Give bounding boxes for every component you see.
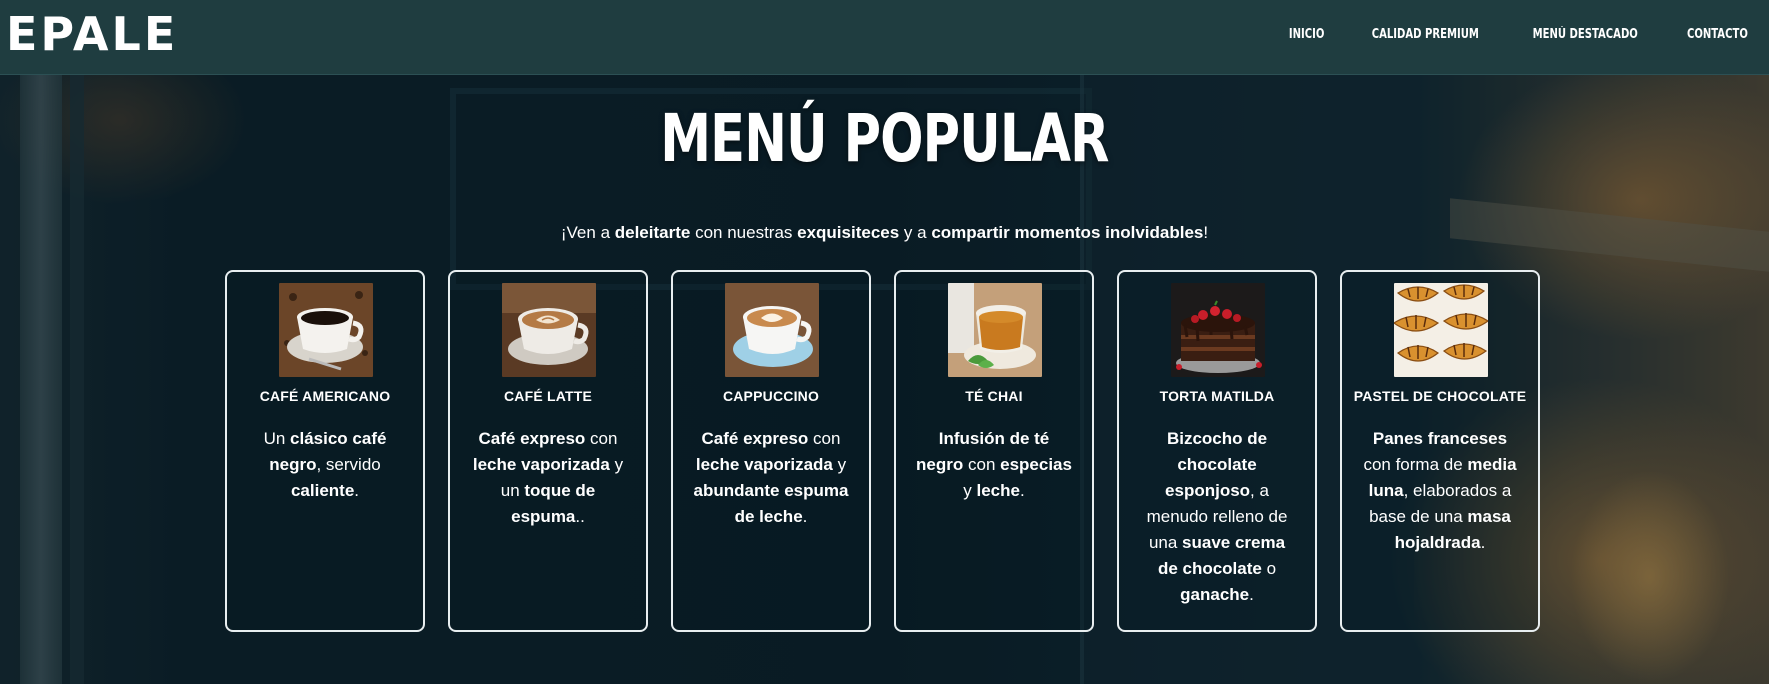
menu-card-description-part: con (585, 429, 618, 448)
main-nav: INICIO CALIDAD PREMIUM MENÚ DESTACADO CO… (1286, 0, 1753, 68)
cappuccino-cup-photo (725, 283, 819, 377)
nav-item-calidad-premium[interactable]: CALIDAD PREMIUM (1372, 27, 1479, 42)
menu-card-description-part: Café expreso (478, 429, 586, 448)
menu-card-te-chai[interactable]: TÉ CHAI Infusión de té negro con especia… (894, 270, 1094, 632)
menu-card-title: TORTA MATILDA (1159, 388, 1275, 404)
hero-subtitle-part: y a (899, 223, 932, 242)
menu-card-description-part: Un (263, 429, 291, 448)
page: EPALE INICIO CALIDAD PREMIUM MENÚ DESTAC… (0, 0, 1769, 684)
menu-card-description-part: y (963, 481, 977, 500)
menu-card-title: TÉ CHAI (965, 388, 1023, 404)
menu-card-description: Panes franceses con forma de media luna,… (1360, 426, 1520, 556)
menu-card-description-part: leche vaporizada (472, 455, 610, 474)
page-title: MENÚ POPULAR (660, 100, 1109, 177)
menu-card-description-part: y (832, 455, 847, 474)
chocolate-cake-photo (1171, 283, 1265, 377)
menu-card-description: Café expreso con leche vaporizada y abun… (691, 426, 851, 530)
menu-card-description-part: con (808, 429, 841, 448)
menu-card-cappuccino[interactable]: CAPPUCCINO Café expreso con leche vapori… (671, 270, 871, 632)
menu-card-description: Café expreso con leche vaporizada y un t… (468, 426, 628, 530)
menu-card-description-part: Café expreso (701, 429, 809, 448)
menu-card-cafe-americano[interactable]: CAFÉ AMERICANO Un clásico café negro, se… (225, 270, 425, 632)
menu-card-description-part: . (1480, 533, 1486, 552)
nav-item-menu-destacado[interactable]: MENÚ DESTACADO (1532, 27, 1637, 42)
menu-card-cafe-latte[interactable]: CAFÉ LATTE Café expreso con leche vapori… (448, 270, 648, 632)
nav-item-inicio[interactable]: INICIO (1289, 27, 1325, 42)
menu-card-title: CAFÉ LATTE (503, 388, 593, 404)
menu-card-description-part: ganache (1180, 585, 1250, 604)
menu-card-pastel-de-chocolate[interactable]: PASTEL DE CHOCOLATE Panes franceses con … (1340, 270, 1540, 632)
site-header: EPALE INICIO CALIDAD PREMIUM MENÚ DESTAC… (0, 0, 1769, 75)
hero-subtitle-part: ! (1203, 223, 1209, 242)
menu-card-description-part: con (963, 455, 1001, 474)
latte-art-cup-photo (502, 283, 596, 377)
menu-card-torta-matilda[interactable]: TORTA MATILDA Bizcocho de chocolate espo… (1117, 270, 1317, 632)
menu-card-description: Bizcocho de chocolate esponjoso, a menud… (1137, 426, 1297, 608)
hero-subtitle-part: con nuestras (690, 223, 798, 242)
black-coffee-cup-photo (279, 283, 373, 377)
menu-card-description-part: leche (976, 481, 1020, 500)
brand-logo[interactable]: EPALE (6, 9, 178, 59)
menu-card-description-part: . (1019, 481, 1025, 500)
menu-card-description-part: o (1261, 559, 1277, 578)
menu-card-description-part: especias (1000, 455, 1072, 474)
menu-card-description-part: . (354, 481, 360, 500)
chai-tea-cup-photo (948, 283, 1042, 377)
menu-card-description-part: leche vaporizada (695, 455, 833, 474)
menu-card-title: CAPPUCCINO (722, 388, 820, 404)
menu-card-description-part: abundante espuma de leche (693, 481, 849, 526)
menu-cards: CAFÉ AMERICANO Un clásico café negro, se… (225, 270, 1545, 636)
menu-card-description-part: . (1249, 585, 1254, 604)
menu-card-description: Un clásico café negro, servido caliente. (245, 426, 405, 504)
menu-card-description-part: .. (575, 507, 585, 526)
nav-item-contacto[interactable]: CONTACTO (1687, 27, 1748, 42)
hero-subtitle-part: exquisiteces (797, 223, 900, 242)
menu-card-title: CAFÉ AMERICANO (259, 388, 391, 404)
menu-card-title: PASTEL DE CHOCOLATE (1353, 388, 1527, 404)
hero-subtitle-part: deleitarte (614, 223, 691, 242)
brand-logo-text: EPALE (6, 7, 179, 61)
menu-card-description-part: . (802, 507, 808, 526)
menu-card-description-part: caliente (290, 481, 355, 500)
menu-card-description: Infusión de té negro con especias y lech… (914, 426, 1074, 504)
hero-subtitle-part: compartir momentos inolvidables (931, 223, 1204, 242)
menu-card-description-part: Panes franceses (1372, 429, 1508, 448)
hero-subtitle: ¡Ven a deleitarte con nuestras exquisite… (0, 222, 1769, 244)
hero-subtitle-part: ¡Ven a (560, 223, 615, 242)
menu-card-description-part: con forma de (1363, 455, 1468, 474)
croissants-photo (1394, 283, 1488, 377)
menu-card-description-part: , servido (316, 455, 381, 474)
